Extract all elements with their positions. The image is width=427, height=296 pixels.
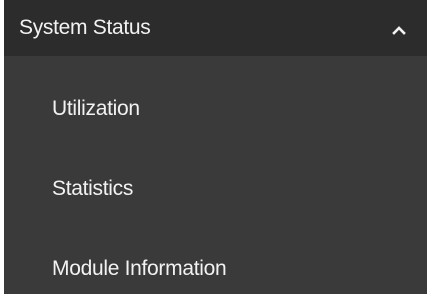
menu-item-module-information[interactable]: Module Information bbox=[4, 240, 427, 296]
menu-item-label: Statistics bbox=[52, 177, 134, 200]
menu-item-statistics[interactable]: Statistics bbox=[4, 160, 427, 216]
system-status-section-header[interactable]: System Status bbox=[4, 0, 427, 56]
menu-item-utilization[interactable]: Utilization bbox=[4, 80, 427, 136]
chevron-up-icon[interactable] bbox=[391, 24, 407, 36]
side-menu-panel: System Status Utilization Statistics Mod… bbox=[4, 0, 427, 294]
menu-item-label: Utilization bbox=[52, 97, 140, 120]
section-title: System Status bbox=[19, 16, 151, 39]
menu-item-label: Module Information bbox=[52, 257, 227, 280]
